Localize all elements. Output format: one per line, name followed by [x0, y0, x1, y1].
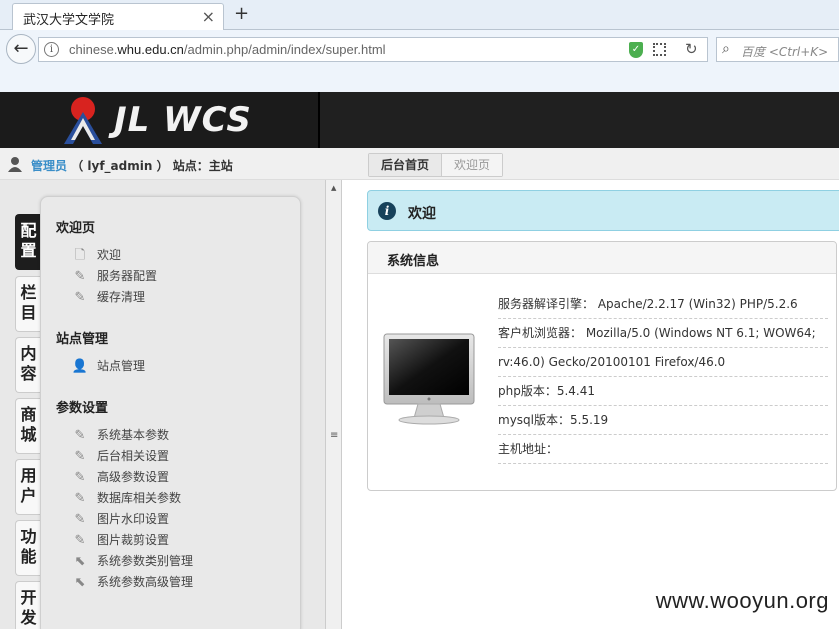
menu-item-image-crop[interactable]: ✎ 图片裁剪设置: [71, 531, 169, 549]
info-mysql-version: mysql版本：5.5.19: [498, 406, 828, 435]
menu-item-watermark[interactable]: ✎ 图片水印设置: [71, 510, 169, 528]
address-bar[interactable]: i chinese.whu.edu.cn/admin.php/admin/ind…: [38, 37, 708, 62]
welcome-banner: i 欢迎: [367, 190, 839, 231]
pencil-icon: ✎: [74, 470, 86, 485]
search-icon: ⌕: [722, 41, 730, 57]
info-php-version: php版本：5.4.41: [498, 377, 828, 406]
info-browser-line1: 客户机浏览器： Mozilla/5.0 (Windows NT 6.1; WOW…: [498, 319, 828, 348]
info-icon: i: [378, 202, 396, 220]
arrow-icon: ⬉: [74, 554, 86, 569]
breadcrumb: 后台首页 欢迎页: [368, 153, 504, 177]
page-add-icon: 🗋: [74, 248, 86, 263]
user-add-icon: 👤: [71, 359, 89, 374]
search-input[interactable]: ⌕ 百度 <Ctrl+K>: [716, 37, 839, 62]
menu-item-param-advanced[interactable]: ⬉ 系统参数高级管理: [71, 573, 193, 591]
user-role[interactable]: 管理员: [31, 159, 67, 173]
user-icon: [8, 157, 22, 172]
pencil-icon: ✎: [74, 290, 86, 305]
back-button[interactable]: ←: [6, 34, 36, 64]
arrow-icon: ⬉: [74, 575, 86, 590]
menu-item-welcome[interactable]: 🗋 欢迎: [71, 246, 121, 264]
shield-icon[interactable]: ✓: [629, 42, 643, 58]
pencil-icon: ✎: [74, 269, 86, 284]
user-name: （ lyf_admin ）: [71, 159, 169, 173]
pencil-icon: ✎: [74, 533, 86, 548]
info-browser-line2: rv:46.0) Gecko/20100101 Firefox/46.0: [498, 348, 828, 377]
search-placeholder: 百度 <Ctrl+K>: [741, 45, 829, 59]
browser-tab[interactable]: 武汉大学文学院 ×: [12, 3, 224, 30]
menu-item-param-category[interactable]: ⬉ 系统参数类别管理: [71, 552, 193, 570]
tab-mall[interactable]: 商城: [15, 398, 41, 454]
tab-column[interactable]: 栏目: [15, 276, 41, 332]
url-text: chinese.whu.edu.cn/admin.php/admin/index…: [69, 42, 386, 57]
close-icon[interactable]: ×: [202, 7, 215, 26]
collapse-arrow-icon[interactable]: ▲: [331, 184, 336, 192]
logo-icon: [64, 97, 102, 144]
tab-content[interactable]: 内容: [15, 337, 41, 393]
tab-develop[interactable]: 开发: [15, 581, 41, 629]
system-info-panel: 系统信息 服务器解译引擎： Apache/2.2.17 (Win32) PHP/…: [367, 241, 837, 491]
welcome-text: 欢迎: [408, 206, 436, 222]
main-content: i 欢迎 系统信息 服务器解译引擎： Apache/2.2.17 (Win32)…: [342, 180, 839, 629]
left-sidebar: 配置 栏目 内容 商城 用户 功能 开发 欢迎页 🗋 欢迎 ✎ 服务器配置 ✎ 缓存清…: [0, 180, 325, 629]
menu-item-basic-params[interactable]: ✎ 系统基本参数: [71, 426, 169, 444]
tab-config[interactable]: 配置: [15, 214, 41, 270]
header-right-panel: [318, 92, 839, 148]
qr-code-icon[interactable]: [653, 43, 666, 56]
site-label: 站点：主站: [172, 159, 233, 173]
user-info: 管理员 （ lyf_admin ） 站点：主站: [31, 157, 233, 174]
info-host-address: 主机地址：: [498, 435, 828, 464]
pencil-icon: ✎: [74, 428, 86, 443]
tab-title: 武汉大学文学院: [23, 13, 115, 28]
pencil-icon: ✎: [74, 449, 86, 464]
monitor-icon: [383, 333, 475, 425]
logo-text: JL WCS: [114, 100, 252, 140]
info-server-engine: 服务器解译引擎： Apache/2.2.17 (Win32) PHP/5.2.6: [498, 290, 828, 319]
pencil-icon: ✎: [74, 512, 86, 527]
menu-item-server-config[interactable]: ✎ 服务器配置: [71, 267, 157, 285]
browser-navbar: ← i chinese.whu.edu.cn/admin.php/admin/i…: [0, 30, 839, 92]
reload-icon[interactable]: ↻: [685, 40, 698, 58]
pencil-icon: ✎: [74, 491, 86, 506]
breadcrumb-home[interactable]: 后台首页: [369, 154, 443, 176]
info-icon[interactable]: i: [44, 42, 59, 57]
splitter[interactable]: ▲ ≡: [325, 180, 342, 629]
menu-item-advanced-params[interactable]: ✎ 高级参数设置: [71, 468, 169, 486]
menu-item-database-params[interactable]: ✎ 数据库相关参数: [71, 489, 181, 507]
menu-item-backend-settings[interactable]: ✎ 后台相关设置: [71, 447, 169, 465]
watermark: www.wooyun.org: [655, 588, 829, 613]
new-tab-icon[interactable]: +: [234, 3, 249, 24]
menu-item-cache-clear[interactable]: ✎ 缓存清理: [71, 288, 145, 306]
menu-group-title: 站点管理: [56, 332, 109, 347]
menu-panel: 欢迎页 🗋 欢迎 ✎ 服务器配置 ✎ 缓存清理 站点管理 👤 站点管理 参数设置 ✎ 系统…: [40, 196, 301, 629]
menu-group-title: 欢迎页: [56, 221, 96, 236]
menu-item-site-manage[interactable]: 👤 站点管理: [71, 357, 145, 375]
tab-user[interactable]: 用户: [15, 459, 41, 515]
grip-icon[interactable]: ≡: [330, 430, 338, 441]
menu-group-title: 参数设置: [56, 401, 109, 416]
browser-tabbar: 武汉大学文学院 × +: [0, 0, 839, 30]
user-bar: 管理员 （ lyf_admin ） 站点：主站 后台首页 欢迎页: [0, 148, 839, 180]
app-header: JL WCS: [0, 92, 839, 148]
panel-header: 系统信息: [368, 242, 836, 274]
panel-title: 系统信息: [387, 254, 440, 269]
breadcrumb-current: 欢迎页: [442, 154, 503, 176]
tab-function[interactable]: 功能: [15, 520, 41, 576]
